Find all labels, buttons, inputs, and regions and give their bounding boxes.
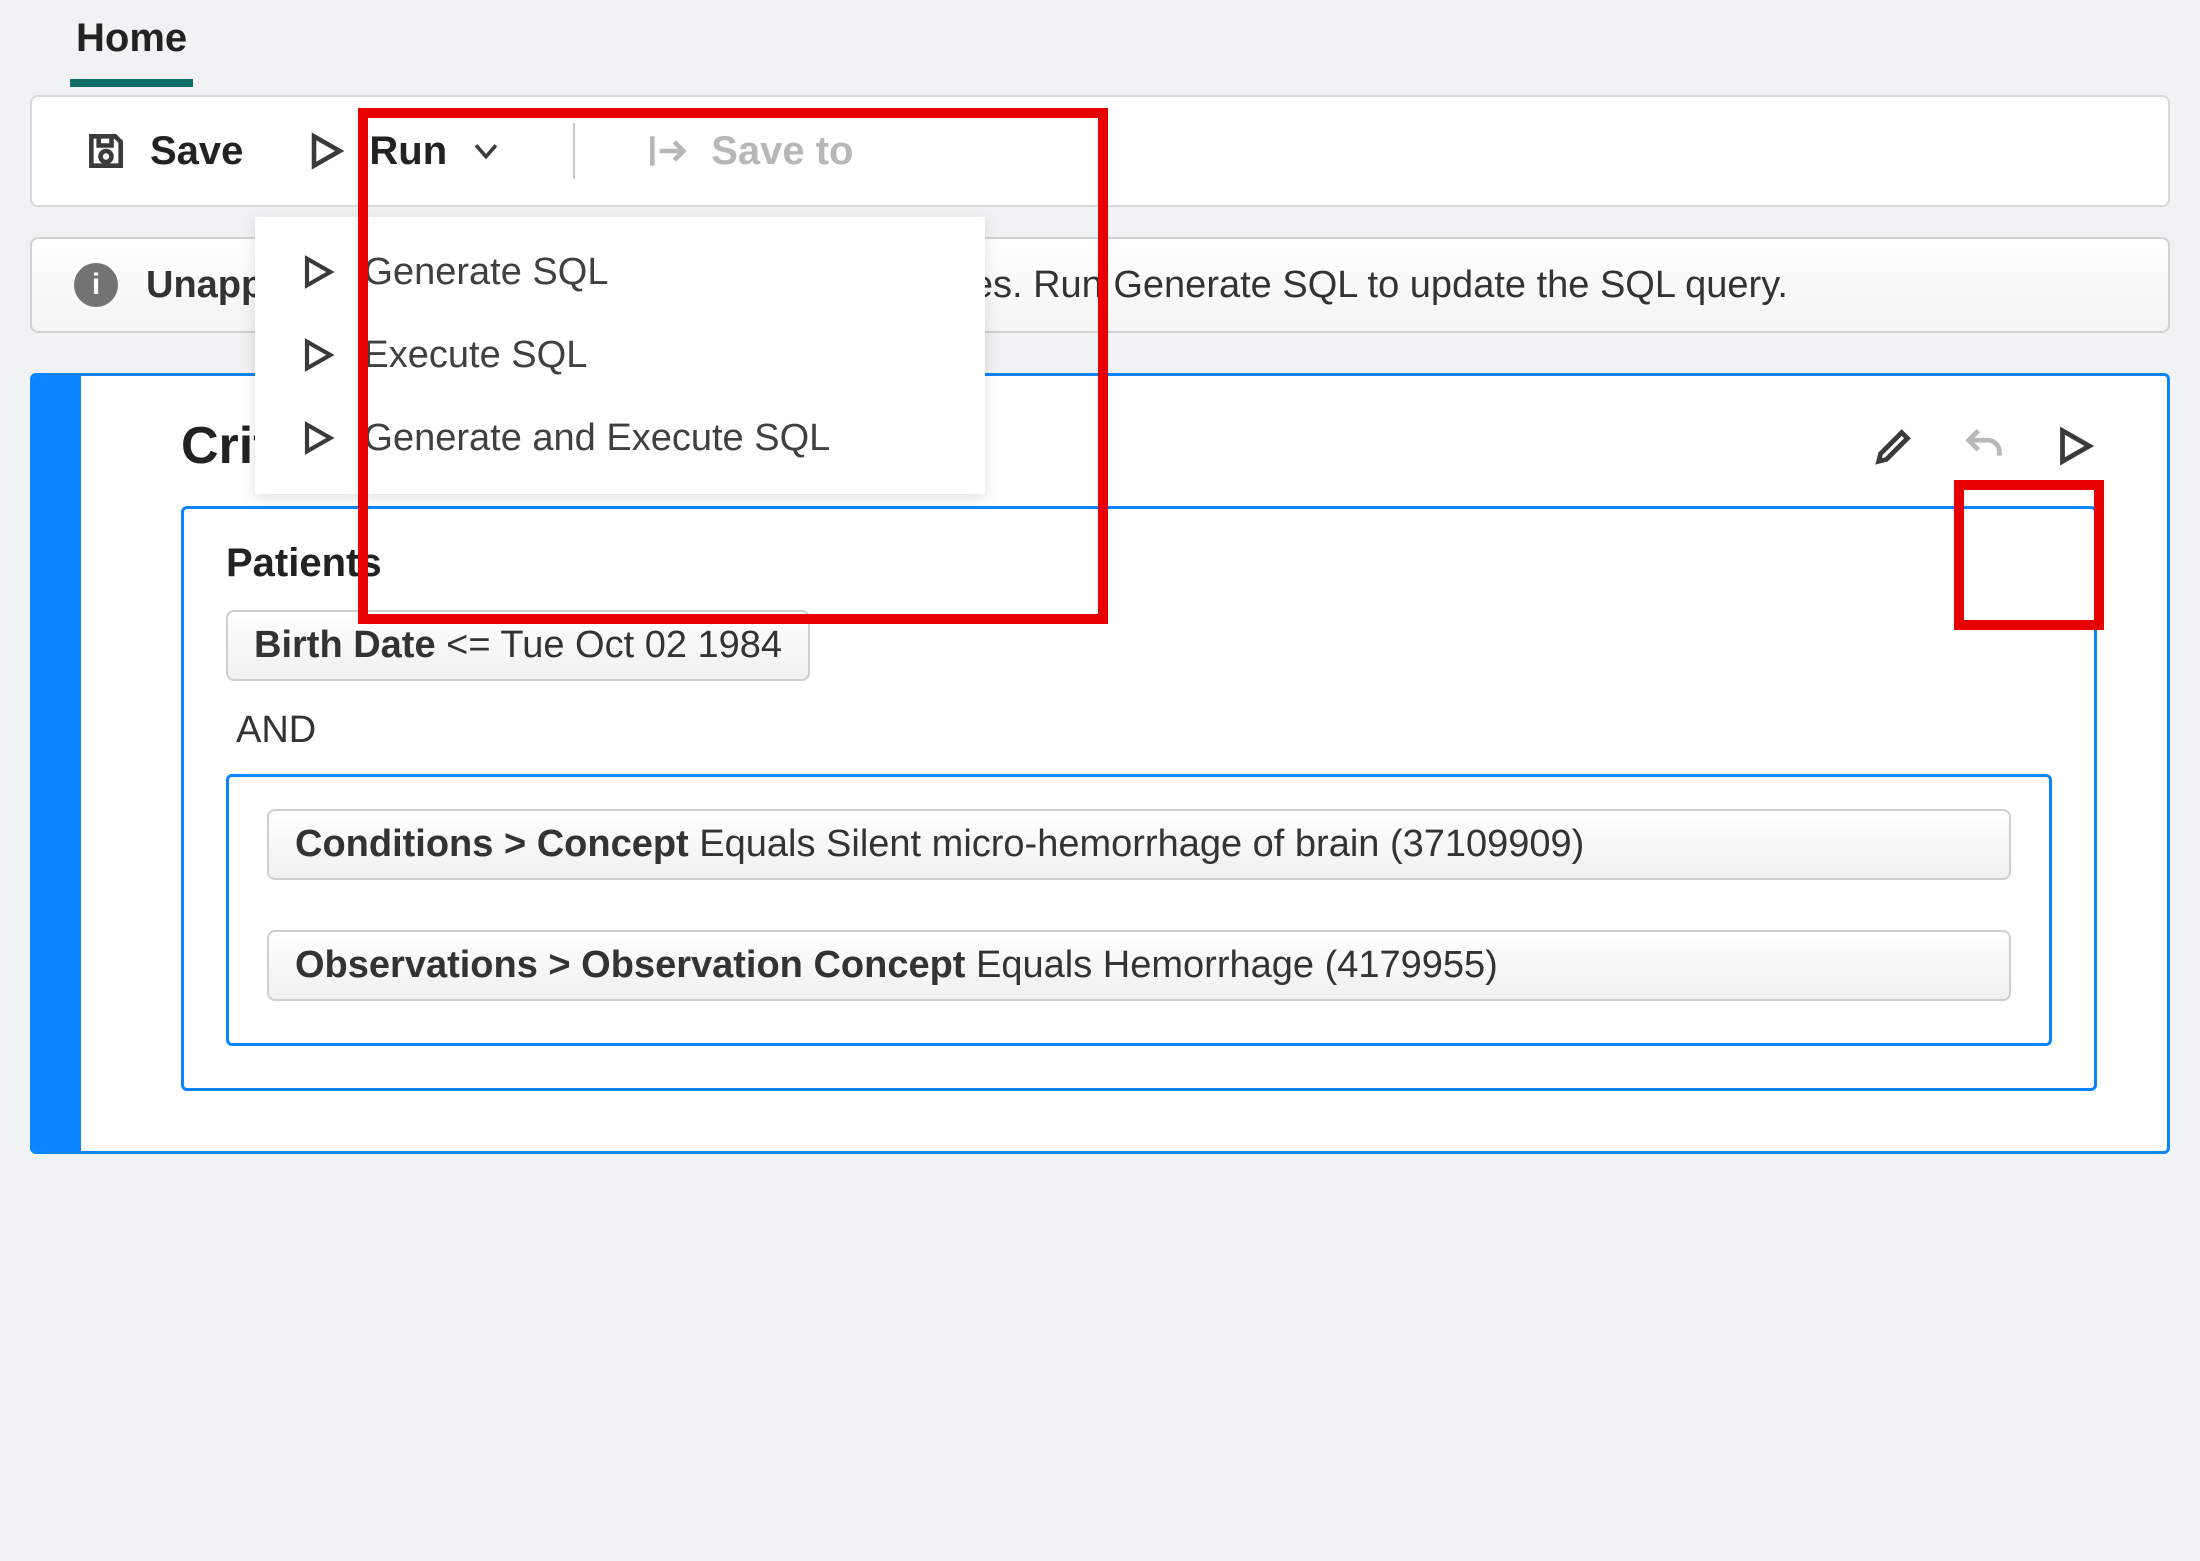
menu-generate-execute-sql[interactable]: Generate and Execute SQL xyxy=(255,397,985,480)
filter-conditions-concept[interactable]: Conditions > Concept Equals Silent micro… xyxy=(267,809,2011,880)
chevron-down-icon xyxy=(469,129,503,173)
menu-label: Generate and Execute SQL xyxy=(363,417,830,460)
menu-execute-sql[interactable]: Execute SQL xyxy=(255,314,985,397)
undo-button xyxy=(1961,423,2007,469)
play-icon xyxy=(297,252,337,292)
logic-and: AND xyxy=(226,691,2052,774)
menu-generate-sql[interactable]: Generate SQL xyxy=(255,231,985,314)
run-button[interactable]: Run xyxy=(303,129,503,174)
separator xyxy=(573,123,575,179)
play-icon xyxy=(297,418,337,458)
play-icon xyxy=(297,335,337,375)
toolbar: Save Run Generate SQL Execute SQL xyxy=(30,95,2170,207)
root-entity-label: Patients xyxy=(226,541,2052,586)
edit-button[interactable] xyxy=(1871,423,1917,469)
export-icon xyxy=(645,129,689,173)
menu-label: Generate SQL xyxy=(363,251,608,294)
save-button[interactable]: Save xyxy=(84,129,243,174)
play-icon xyxy=(303,129,347,173)
save-to-button: Save to xyxy=(645,129,853,174)
card-accent xyxy=(33,376,81,1151)
run-label: Run xyxy=(369,129,447,174)
logic-or xyxy=(267,890,2011,930)
info-icon: i xyxy=(74,263,118,307)
tab-home[interactable]: Home xyxy=(70,16,193,87)
nav-bar: Home xyxy=(0,0,2200,87)
save-label: Save xyxy=(150,129,243,174)
save-icon xyxy=(84,129,128,173)
menu-label: Execute SQL xyxy=(363,334,587,377)
criteria-outer-group: Patients Birth Date <= Tue Oct 02 1984 A… xyxy=(181,506,2097,1091)
criteria-inner-group: Conditions > Concept Equals Silent micro… xyxy=(226,774,2052,1046)
card-actions xyxy=(1871,423,2097,469)
filter-observations-concept[interactable]: Observations > Observation Concept Equal… xyxy=(267,930,2011,1001)
run-dropdown: Generate SQL Execute SQL Generate and Ex… xyxy=(255,217,985,494)
filter-birth-date[interactable]: Birth Date <= Tue Oct 02 1984 xyxy=(226,610,810,681)
run-criteria-button[interactable] xyxy=(2051,423,2097,469)
save-to-label: Save to xyxy=(711,129,853,174)
